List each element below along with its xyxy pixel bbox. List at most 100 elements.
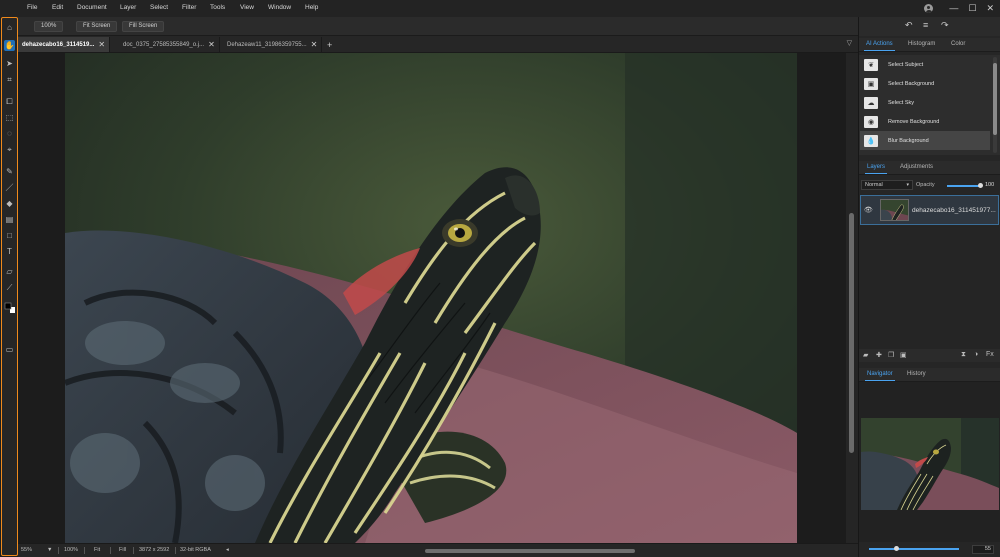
chevron-down-icon: ▾ [906,182,909,188]
transform-tool-icon[interactable]: ⌗ [4,74,15,85]
crop-tool-icon[interactable]: ⧠ [4,96,15,107]
navigator-preview[interactable] [861,418,999,510]
document-tab[interactable]: Dehazeaw11_31986359755... ✕ [223,37,323,52]
opacity-slider-handle[interactable] [978,183,983,188]
user-account-icon[interactable] [924,4,934,13]
document-image[interactable] [65,53,797,543]
merge-layers-icon[interactable]: ⧗ [961,351,966,359]
color-mode: 32-bit RGBA [180,547,211,553]
tab-histogram[interactable]: Histogram [908,41,935,47]
opacity-label: Opacity [916,182,935,188]
brush-tool-icon[interactable]: ／ [4,182,15,193]
menu-select[interactable]: Select [150,4,168,11]
hand-tool-icon[interactable]: ✋ [4,40,15,51]
navigator-panel [859,382,1000,542]
menu-bar: File Edit Document Layer Select Filter T… [0,0,1000,17]
canvas-vertical-scrollbar[interactable] [846,53,858,543]
lasso-tool-icon[interactable]: ◌ [4,128,15,139]
menu-help[interactable]: Help [305,4,318,11]
fill-screen-button[interactable]: Fill Screen [122,21,165,32]
menu-view[interactable]: View [240,4,254,11]
sky-icon: ☁ [864,96,878,109]
document-tab[interactable]: dehazecabo16_3114519... ✕ [18,37,111,52]
close-tab-icon[interactable]: ✕ [98,40,105,49]
ai-action-blur-background[interactable]: 💧 Blur Background [860,131,990,150]
tab-history[interactable]: History [907,371,926,377]
shape-tool-icon[interactable]: □ [4,230,15,241]
zoom-100-button[interactable]: 100% [34,21,64,32]
layer-name: dehazecabo16_311451977... [912,206,996,214]
mask-layer-icon[interactable]: ▣ [900,351,907,359]
eyedropper-icon[interactable]: ✎ [4,166,15,177]
quick-mask-icon[interactable]: ▭ [4,344,15,355]
blend-mode-select[interactable]: Normal ▾ [861,180,913,190]
move-tool-icon[interactable]: ➤ [4,58,15,69]
menu-tools[interactable]: Tools [210,4,225,11]
redo-icon[interactable]: ↷ [941,20,949,31]
close-tab-icon[interactable]: ✕ [208,40,215,49]
tab-color[interactable]: Color [951,41,965,47]
eye-icon[interactable]: 👁 [861,206,876,214]
menu-filter[interactable]: Filter [182,4,196,11]
text-tool-icon[interactable]: T [4,246,15,257]
panel-header: ↶ ≡ ↷ [859,17,1000,36]
add-tab-icon[interactable]: + [327,37,337,52]
close-tab-icon[interactable]: ✕ [311,40,318,49]
undo-icon[interactable]: ↶ [905,20,913,31]
menu-layer[interactable]: Layer [120,4,136,11]
layer-group-icon[interactable]: ▰ [863,351,868,359]
add-layer-icon[interactable]: ✚ [876,351,882,359]
tab-menu-icon[interactable]: ▽ [847,39,852,47]
tab-navigator[interactable]: Navigator [865,371,895,381]
ai-action-select-subject[interactable]: ❦ Select Subject [860,55,990,74]
ai-action-remove-background[interactable]: ◉ Remove Background [860,112,990,131]
hamburger-menu-icon[interactable]: ≡ [923,20,928,30]
menu-window[interactable]: Window [268,4,291,11]
remove-bg-icon: ◉ [864,115,878,128]
navigator-zoom-handle[interactable] [894,546,899,551]
chevron-down-icon[interactable]: ▼ [47,547,52,553]
opacity-slider[interactable] [947,185,981,187]
document-tab[interactable]: doc_0375_27585355849_o.j... ✕ [119,37,220,52]
right-panel: ↶ ≡ ↷ AI Actions Histogram Color ❦ Selec… [858,17,1000,557]
minimize-icon[interactable]: — [949,2,958,15]
menu-document[interactable]: Document [77,4,107,11]
effects-icon[interactable]: Fx [986,351,994,358]
maximize-icon[interactable]: ☐ [968,2,976,15]
close-icon[interactable]: ✕ [986,2,994,15]
tab-layers[interactable]: Layers [864,164,888,174]
home-icon[interactable]: ⌂ [4,22,15,33]
opacity-value[interactable]: 100 [985,182,994,188]
menu-file[interactable]: File [27,4,37,11]
duplicate-layer-icon[interactable]: ❐ [888,351,894,359]
tools-toolbar: ⌂ ✋ ➤ ⌗ ⧠ ⬚ ◌ ⌖ ✎ ／ ◆ ▤ □ T ▱ ⟋ ▭ [1,17,18,556]
fit-screen-button[interactable]: Fit Screen [76,21,118,32]
navigator-zoom-value[interactable]: 55 [972,545,994,554]
magic-select-icon[interactable]: ⌖ [4,144,15,155]
layer-row[interactable]: 👁 dehazecabo16_311451977... [860,195,999,225]
color-swatches-icon[interactable] [4,302,15,313]
tab-adjustments[interactable]: Adjustments [900,164,933,170]
horizontal-scrollbar-thumb[interactable] [425,549,635,553]
navigator-zoom-slider[interactable] [869,548,959,550]
navigator-panel-tabs: Navigator History [859,368,1000,382]
ai-action-select-background[interactable]: ▣ Select Background [860,74,990,93]
tab-label: doc_0375_27585355849_o.j... [123,41,205,48]
scrollbar-thumb[interactable] [849,213,854,453]
marquee-tool-icon[interactable]: ⬚ [4,112,15,123]
status-zoom-100[interactable]: 100% [64,547,78,553]
line-tool-icon[interactable]: ⟋ [4,282,15,293]
fill-tool-icon[interactable]: ◆ [4,198,15,209]
status-fill[interactable]: Fill [119,547,126,553]
tab-ai-actions[interactable]: AI Actions [864,41,895,51]
eraser-tool-icon[interactable]: ▱ [4,266,15,277]
ai-action-select-sky[interactable]: ☁ Select Sky [860,93,990,112]
canvas-area[interactable] [18,53,846,543]
scroll-left-icon[interactable]: ◂ [226,547,229,553]
status-zoom[interactable]: 55% [21,547,32,553]
menu-edit[interactable]: Edit [52,4,63,11]
status-fit[interactable]: Fit [94,547,100,553]
adjustment-layer-icon[interactable]: ◑ [974,351,978,358]
gradient-tool-icon[interactable]: ▤ [4,214,15,225]
ai-list-scrollbar[interactable] [993,57,997,153]
